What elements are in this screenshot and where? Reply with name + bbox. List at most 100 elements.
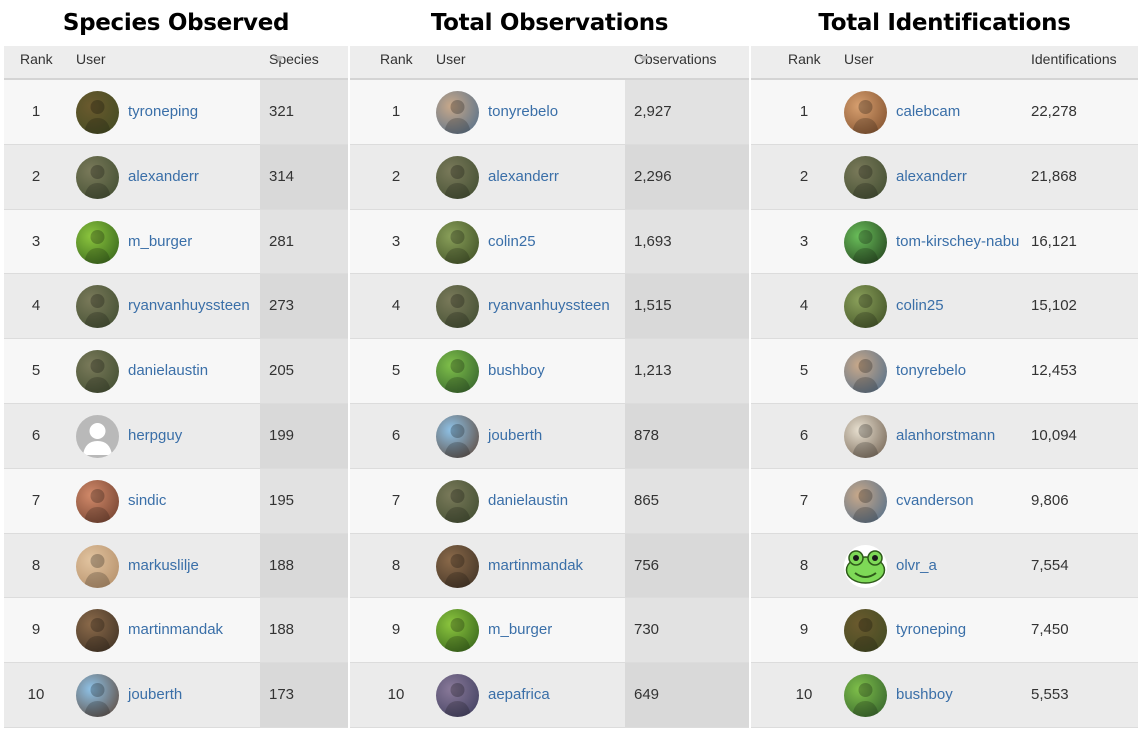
username-link[interactable]: ryanvanhuyssteen bbox=[128, 274, 250, 338]
username-link[interactable]: colin25 bbox=[896, 274, 944, 338]
username-link[interactable]: calebcam bbox=[896, 80, 960, 144]
user-avatar[interactable] bbox=[844, 479, 887, 523]
user-avatar[interactable] bbox=[76, 479, 119, 523]
rank-cell: 4 bbox=[391, 297, 401, 315]
person-photo-icon bbox=[84, 359, 111, 394]
user-avatar[interactable] bbox=[76, 285, 119, 329]
count-cell: 2,927 bbox=[634, 103, 672, 120]
user-avatar[interactable] bbox=[436, 91, 479, 134]
username-link[interactable]: colin25 bbox=[488, 210, 536, 274]
user-avatar[interactable] bbox=[436, 544, 479, 588]
username-link[interactable]: alanhorstmann bbox=[896, 404, 995, 468]
username-link[interactable]: martinmandak bbox=[128, 598, 223, 662]
people-photo-icon bbox=[444, 553, 471, 588]
username-link[interactable]: jouberth bbox=[128, 663, 182, 727]
table-row: 6 jouberth 878 bbox=[350, 403, 749, 469]
username-link[interactable]: jouberth bbox=[488, 404, 542, 468]
default-user-icon bbox=[76, 414, 119, 458]
username-link[interactable]: martinmandak bbox=[488, 534, 583, 598]
user-avatar[interactable] bbox=[76, 220, 119, 264]
user-avatar[interactable] bbox=[76, 155, 119, 199]
user-avatar[interactable] bbox=[436, 674, 479, 718]
rank-cell: 7 bbox=[391, 491, 401, 509]
username-link[interactable]: danielaustin bbox=[128, 339, 208, 403]
user-avatar[interactable] bbox=[436, 414, 479, 458]
rank-cell: 6 bbox=[31, 426, 41, 444]
count-cell: 7,554 bbox=[1031, 556, 1069, 574]
username-link[interactable]: olvr_a bbox=[896, 534, 937, 598]
username-link[interactable]: tonyrebelo bbox=[896, 339, 966, 403]
username-link[interactable]: tom-kirschey-nabu bbox=[896, 210, 1019, 274]
rank-column-header: Rank bbox=[20, 51, 53, 67]
user-avatar[interactable] bbox=[844, 350, 887, 394]
username-link[interactable]: tyroneping bbox=[896, 598, 966, 662]
count-cell: 10,094 bbox=[1031, 426, 1077, 444]
username-link[interactable]: alexanderr bbox=[128, 145, 199, 209]
rank-cell: 8 bbox=[31, 556, 41, 574]
username-link[interactable]: m_burger bbox=[488, 598, 552, 662]
username-link[interactable]: m_burger bbox=[128, 210, 192, 274]
user-avatar[interactable] bbox=[436, 350, 479, 394]
user-avatar[interactable] bbox=[76, 674, 119, 718]
user-avatar[interactable] bbox=[436, 609, 479, 653]
user-avatar[interactable] bbox=[844, 414, 887, 458]
spider-photo-icon bbox=[852, 100, 879, 134]
table-row: 2 alexanderr 21,868 bbox=[751, 144, 1138, 210]
flower-photo-icon bbox=[852, 423, 879, 458]
username-link[interactable]: alexanderr bbox=[896, 145, 967, 209]
species-column-header[interactable]: Species bbox=[269, 46, 319, 72]
username-link[interactable]: ryanvanhuyssteen bbox=[488, 274, 610, 338]
user-avatar[interactable] bbox=[844, 285, 887, 329]
username-link[interactable]: bushboy bbox=[896, 663, 953, 727]
nature-photo-icon bbox=[84, 100, 111, 134]
user-avatar[interactable] bbox=[436, 155, 479, 199]
user-avatar[interactable] bbox=[436, 220, 479, 264]
table-row: 8 martinmandak 756 bbox=[350, 533, 749, 599]
username-link[interactable]: tyroneping bbox=[128, 80, 198, 144]
table-body: 1 tyroneping 321 2 alexanderr 314 3 m_burger 281… bbox=[4, 80, 348, 728]
username-link[interactable]: alexanderr bbox=[488, 145, 559, 209]
user-avatar[interactable] bbox=[844, 220, 887, 264]
username-link[interactable]: bushboy bbox=[488, 339, 545, 403]
username-link[interactable]: danielaustin bbox=[488, 469, 568, 533]
table-row: 3 colin25 1,693 bbox=[350, 209, 749, 275]
user-avatar[interactable] bbox=[76, 414, 119, 458]
count-cell: 188 bbox=[269, 621, 295, 639]
count-cell: 865 bbox=[634, 491, 660, 509]
table-row: 5 danielaustin 205 bbox=[4, 339, 348, 404]
user-avatar[interactable] bbox=[76, 91, 119, 134]
user-avatar[interactable] bbox=[436, 479, 479, 523]
user-avatar[interactable] bbox=[844, 91, 887, 134]
sky-person-photo-icon bbox=[84, 683, 111, 718]
sort-desc-icon bbox=[639, 56, 649, 63]
table-row: 9 martinmandak 188 bbox=[4, 598, 348, 664]
user-avatar[interactable] bbox=[76, 544, 119, 588]
rank-cell: 9 bbox=[799, 621, 809, 639]
portrait-photo-icon bbox=[852, 488, 879, 523]
table-row: 8 markuslilje 188 bbox=[4, 533, 348, 599]
leaderboard-table: Rank User Identifications 1 calebcam 22,27… bbox=[751, 46, 1138, 728]
username-link[interactable]: markuslilje bbox=[128, 534, 199, 598]
user-avatar[interactable] bbox=[436, 285, 479, 329]
user-avatar[interactable] bbox=[844, 544, 887, 588]
user-avatar[interactable] bbox=[76, 609, 119, 653]
username-link[interactable]: herpguy bbox=[128, 404, 182, 468]
person-photo-icon bbox=[444, 294, 471, 329]
count-cell: 314 bbox=[269, 167, 295, 185]
rank-cell: 10 bbox=[27, 686, 45, 704]
username-link[interactable]: tonyrebelo bbox=[488, 80, 558, 144]
user-avatar[interactable] bbox=[844, 609, 887, 653]
snake-photo-icon bbox=[852, 683, 879, 718]
panel-title: Total Observations bbox=[430, 10, 669, 36]
username-link[interactable]: sindic bbox=[128, 469, 166, 533]
sky-person-photo-icon bbox=[444, 423, 471, 458]
user-avatar[interactable] bbox=[844, 155, 887, 199]
user-avatar[interactable] bbox=[76, 350, 119, 394]
rank-cell: 5 bbox=[799, 362, 809, 380]
frog-icon bbox=[845, 549, 886, 584]
username-link[interactable]: aepafrica bbox=[488, 663, 550, 727]
username-link[interactable]: cvanderson bbox=[896, 469, 974, 533]
animal-photo-icon bbox=[84, 488, 111, 523]
observations-column-header[interactable]: Observations bbox=[634, 46, 716, 72]
user-avatar[interactable] bbox=[844, 674, 887, 718]
